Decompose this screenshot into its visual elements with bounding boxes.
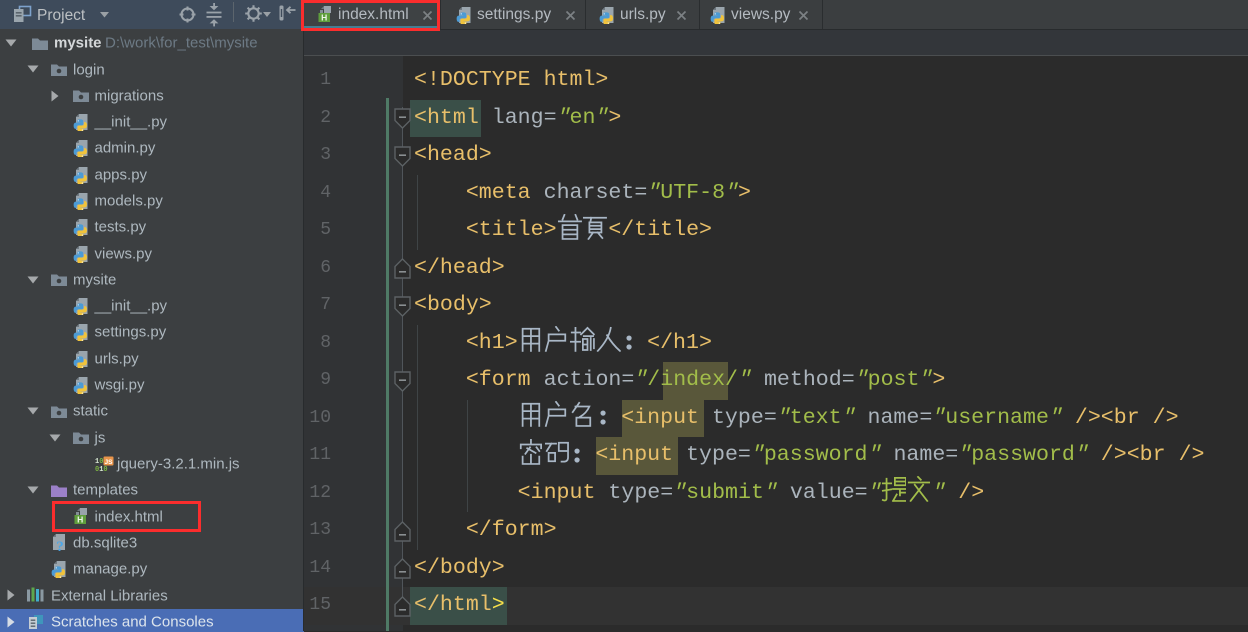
svg-text:JS: JS (105, 459, 114, 466)
svg-text:?: ? (56, 539, 64, 552)
svg-text:010: 010 (95, 466, 108, 473)
svg-text:10: 10 (95, 458, 103, 466)
